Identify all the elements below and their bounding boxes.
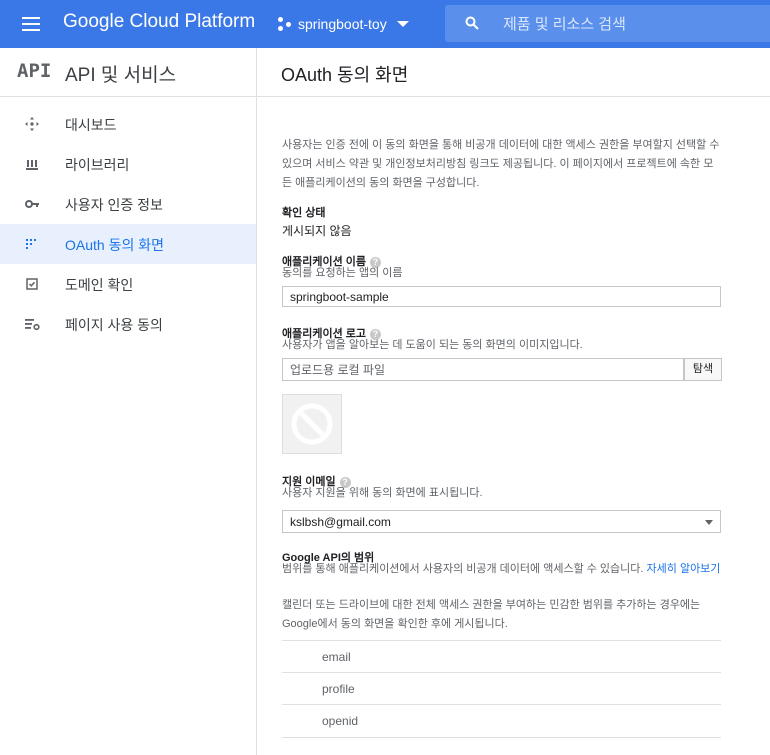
search-icon: [465, 16, 479, 30]
scope-name: email: [322, 650, 351, 664]
sidebar-item-page-usage-agreement[interactable]: 페이지 사용 동의: [0, 304, 256, 344]
search-input[interactable]: [501, 11, 765, 37]
sidebar-item-oauth-consent[interactable]: OAuth 동의 화면: [0, 224, 256, 264]
browse-button[interactable]: 탐색: [684, 358, 722, 381]
status-label: 확인 상태: [282, 207, 326, 219]
app-name-input[interactable]: [283, 287, 720, 306]
app-logo-preview: [282, 394, 342, 454]
sidebar-item-label: OAuth 동의 화면: [65, 237, 164, 253]
project-dots-icon: [278, 17, 292, 31]
scopes-desc-text: 범위를 통해 애플리케이션에서 사용자의 비공개 데이터에 액세스할 수 있습니…: [282, 563, 644, 575]
sidebar-item-label: 라이브러리: [65, 157, 130, 173]
project-name: springboot-toy: [298, 16, 387, 32]
sidebar-item-label: 페이지 사용 동의: [65, 317, 163, 333]
search-bar[interactable]: [445, 5, 770, 42]
settings-list-icon: [25, 319, 40, 331]
sidebar-item-dashboard[interactable]: 대시보드: [0, 104, 256, 144]
sidebar-header: API API 및 서비스: [0, 48, 256, 97]
page-title: OAuth 동의 화면: [281, 65, 409, 85]
app-logo-desc: 사용자가 앱을 알아보는 데 도움이 되는 동의 화면의 이미지입니다.: [282, 339, 583, 351]
main-content: OAuth 동의 화면 사용자는 인증 전에 이 동의 화면을 통해 비공개 데…: [257, 48, 770, 755]
no-image-icon: [291, 403, 333, 445]
key-icon: [25, 200, 39, 208]
scope-name: openid: [322, 714, 359, 728]
support-email-value: kslbsh@gmail.com: [290, 515, 391, 529]
project-selector[interactable]: springboot-toy: [278, 12, 409, 36]
intro-text: 사용자는 인증 전에 이 동의 화면을 통해 비공개 데이터에 대한 액세스 권…: [282, 139, 720, 189]
scopes-note: 캘린더 또는 드라이브에 대한 전체 액세스 권한을 부여하는 민감한 범위를 …: [282, 599, 701, 630]
sidebar: API API 및 서비스 대시보드 라이브러리 사용자 인증 정보 OAuth…: [0, 48, 257, 755]
sidebar-title: API 및 서비스: [65, 65, 177, 86]
api-logo: API: [17, 60, 52, 82]
learn-more-link[interactable]: 자세히 알아보기: [647, 563, 721, 575]
status-value: 게시되지 않음: [282, 224, 352, 238]
support-email-select[interactable]: kslbsh@gmail.com: [282, 510, 721, 533]
hamburger-menu-icon[interactable]: [20, 13, 42, 35]
sidebar-item-label: 사용자 인증 정보: [65, 197, 163, 213]
sidebar-item-library[interactable]: 라이브러리: [0, 144, 256, 184]
sidebar-item-label: 도메인 확인: [65, 277, 134, 293]
scopes-desc: 범위를 통해 애플리케이션에서 사용자의 비공개 데이터에 액세스할 수 있습니…: [282, 560, 722, 579]
sidebar-item-credentials[interactable]: 사용자 인증 정보: [0, 184, 256, 224]
app-logo-file-input[interactable]: [283, 359, 683, 380]
product-brand[interactable]: Google Cloud Platform: [63, 11, 255, 33]
app-name-desc: 동의를 요청하는 앱의 이름: [282, 267, 403, 279]
app-name-field[interactable]: [282, 286, 721, 307]
dropdown-caret-icon: [705, 520, 713, 525]
dashboard-icon: [25, 117, 39, 131]
library-icon: [26, 160, 38, 170]
support-email-desc: 사용자 지원을 위해 동의 화면에 표시됩니다.: [282, 487, 483, 499]
consent-icon: [26, 239, 36, 249]
scope-row: openid: [282, 704, 721, 738]
top-app-bar: Google Cloud Platform springboot-toy: [0, 0, 770, 48]
app-logo-file-field[interactable]: [282, 358, 684, 381]
scope-row: profile: [282, 672, 721, 705]
chevron-down-icon: [396, 21, 409, 27]
scope-row: email: [282, 640, 721, 673]
checkbox-icon: [26, 278, 38, 290]
page-header: OAuth 동의 화면: [257, 48, 770, 97]
scope-name: profile: [322, 682, 355, 696]
sidebar-item-label: 대시보드: [65, 117, 117, 133]
sidebar-item-domain-verification[interactable]: 도메인 확인: [0, 264, 256, 304]
